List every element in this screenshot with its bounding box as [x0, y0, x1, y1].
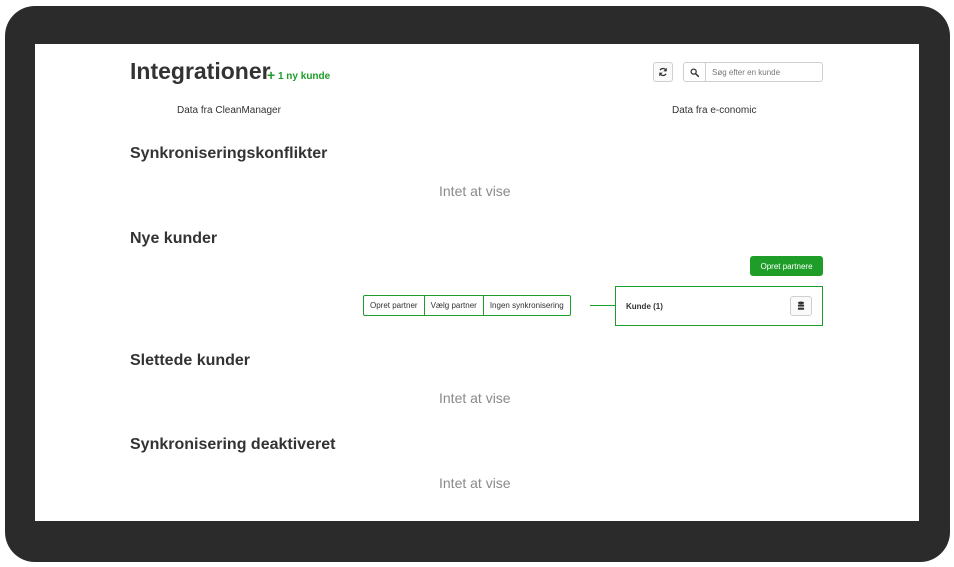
- search-icon: [690, 68, 699, 77]
- search-input[interactable]: [706, 63, 822, 81]
- disabled-section-title: Synkronisering deaktiveret: [130, 436, 336, 453]
- connector-line: [590, 305, 615, 306]
- database-icon: [797, 301, 805, 310]
- disabled-empty-text: Intet at vise: [439, 475, 511, 491]
- economic-column-header: Data fra e-conomic: [672, 105, 757, 116]
- no-sync-button[interactable]: Ingen synkronisering: [484, 296, 570, 315]
- conflicts-empty-text: Intet at vise: [439, 183, 511, 199]
- refresh-icon: [659, 67, 667, 77]
- create-partner-button[interactable]: Opret partner: [364, 296, 425, 315]
- customer-search: [683, 62, 823, 82]
- deleted-empty-text: Intet at vise: [439, 390, 511, 406]
- customer-label: Kunde (1): [626, 302, 663, 311]
- app-screen: Integrationer + 1 ny kunde Data fra Clea…: [35, 44, 919, 521]
- new-customers-section-title: Nye kunder: [130, 230, 218, 247]
- refresh-button[interactable]: [653, 62, 673, 82]
- page-title: Integrationer: [130, 58, 271, 84]
- search-button[interactable]: [684, 63, 706, 81]
- new-customers-badge: + 1 ny kunde: [267, 66, 331, 83]
- choose-partner-button[interactable]: Vælg partner: [425, 296, 484, 315]
- deleted-section-title: Slettede kunder: [130, 352, 251, 369]
- economic-customer-card: Kunde (1): [615, 286, 823, 326]
- customer-details-button[interactable]: [790, 296, 812, 316]
- partner-action-group: Opret partner Vælg partner Ingen synkron…: [363, 295, 571, 316]
- cleanmanager-column-header: Data fra CleanManager: [177, 105, 281, 116]
- new-customers-count: 1 ny kunde: [277, 71, 331, 82]
- conflicts-section-title: Synkroniseringskonflikter: [130, 145, 328, 162]
- create-partners-button[interactable]: Opret partnere: [750, 256, 823, 276]
- plus-icon: +: [267, 67, 276, 83]
